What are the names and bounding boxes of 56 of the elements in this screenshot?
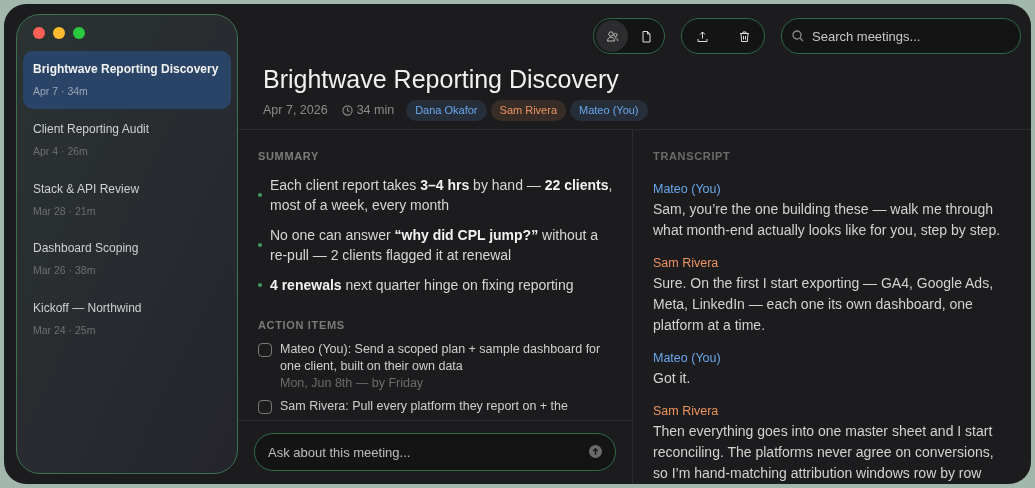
meeting-list-item[interactable]: Kickoff — Northwind Mar 24 · 25m bbox=[23, 290, 231, 348]
meeting-title: Client Reporting Audit bbox=[33, 120, 151, 138]
bullet-icon bbox=[258, 242, 262, 247]
speaker-name: Mateo (You) bbox=[653, 349, 722, 367]
action-item-text: Sam Rivera: Pull every platform they report on + the bbox=[280, 398, 568, 415]
meeting-list-item[interactable]: Stack & API Review Mar 28 · 21m bbox=[23, 170, 231, 229]
clock-icon bbox=[341, 104, 353, 116]
document-icon bbox=[639, 29, 653, 43]
participant-tag: Sam Rivera bbox=[490, 100, 566, 121]
people-icon bbox=[605, 29, 619, 43]
section-heading: ACTION ITEMS bbox=[258, 317, 346, 333]
meeting-list-item[interactable]: Client Reporting Audit Apr 4 · 26m bbox=[23, 110, 231, 169]
transcript-text: Got it. bbox=[653, 368, 692, 388]
meeting-meta: Mar 24 · 25m bbox=[33, 323, 97, 338]
meeting-list-item[interactable]: Dashboard Scoping Mar 26 · 38m bbox=[23, 230, 231, 288]
minimize-window-icon[interactable] bbox=[53, 27, 65, 39]
transcript-text: Sam, you’re the one building these — walk me through what month-end actually looks like for you, step by step. bbox=[653, 199, 1002, 240]
close-window-icon[interactable] bbox=[33, 27, 45, 39]
meeting-date: Apr 7, 2026 bbox=[263, 101, 328, 119]
view-tab[interactable] bbox=[596, 20, 628, 52]
bullet-icon bbox=[258, 192, 262, 197]
summary-point: 4 renewals next quarter hinge on fixing reporting bbox=[270, 275, 574, 295]
upload-icon bbox=[695, 29, 709, 43]
checkbox[interactable] bbox=[258, 343, 272, 357]
bullet-icon bbox=[258, 282, 262, 287]
ask-field[interactable]: Ask about this meeting... bbox=[254, 433, 616, 471]
search-icon bbox=[792, 30, 804, 42]
section-heading: SUMMARY bbox=[258, 149, 321, 164]
meeting-duration: 34 min bbox=[356, 101, 395, 119]
checkbox[interactable] bbox=[258, 400, 272, 414]
trash-icon bbox=[737, 29, 751, 43]
speaker-name: Sam Rivera bbox=[653, 254, 720, 272]
speaker-name: Sam Rivera bbox=[653, 402, 720, 420]
action-item-text: Mateo (You): Send a scoped plan + sample dashboard for one client, built on their own data bbox=[280, 341, 602, 375]
meeting-title: Kickoff — Northwind bbox=[33, 300, 143, 317]
summary-point: Each client report takes 3–4 hrs by hand — 22 clients, most of a week, every month bbox=[270, 175, 614, 215]
meeting-title: Dashboard Scoping bbox=[33, 240, 140, 258]
participant-tag: Dana Okafor bbox=[406, 100, 487, 121]
participant-tag: Mateo (You) bbox=[570, 100, 648, 121]
meeting-meta: Mar 26 · 38m bbox=[33, 263, 97, 279]
meeting-title: Brightwave Reporting Discovery bbox=[263, 64, 620, 94]
meeting-meta: Apr 4 · 26m bbox=[33, 143, 89, 159]
summary-point: No one can answer “why did CPL jump?” without a re-pull — 2 clients flagged it at renewal bbox=[270, 225, 600, 265]
meeting-title: Stack & API Review bbox=[33, 180, 141, 198]
due-date: Mon, Jun 8th — by Friday bbox=[280, 375, 425, 392]
section-heading: TRANSCRIPT bbox=[653, 149, 732, 164]
search-field[interactable]: Search meetings... bbox=[781, 18, 1021, 54]
send-button[interactable] bbox=[589, 445, 602, 458]
meeting-meta: Mar 28 · 21m bbox=[33, 203, 97, 219]
transcript-text: Sure. On the first I start exporting — GA4, Google Ads, Meta, LinkedIn — each one its own dashboard, one platform at a time. bbox=[653, 273, 995, 335]
meeting-meta: Apr 7 · 34m bbox=[33, 84, 89, 99]
meeting-title: Brightwave Reporting Discovery bbox=[33, 61, 220, 78]
speaker-name: Mateo (You) bbox=[653, 180, 722, 198]
maximize-window-icon[interactable] bbox=[73, 27, 85, 39]
transcript-text: Then everything goes into one master sheet and I start reconciling. The platforms never agree on conversions, so I’m hand-matching attribution windows row by row bbox=[653, 421, 995, 483]
meeting-list-item[interactable]: Brightwave Reporting Discovery Apr 7 · 34m bbox=[23, 51, 231, 109]
